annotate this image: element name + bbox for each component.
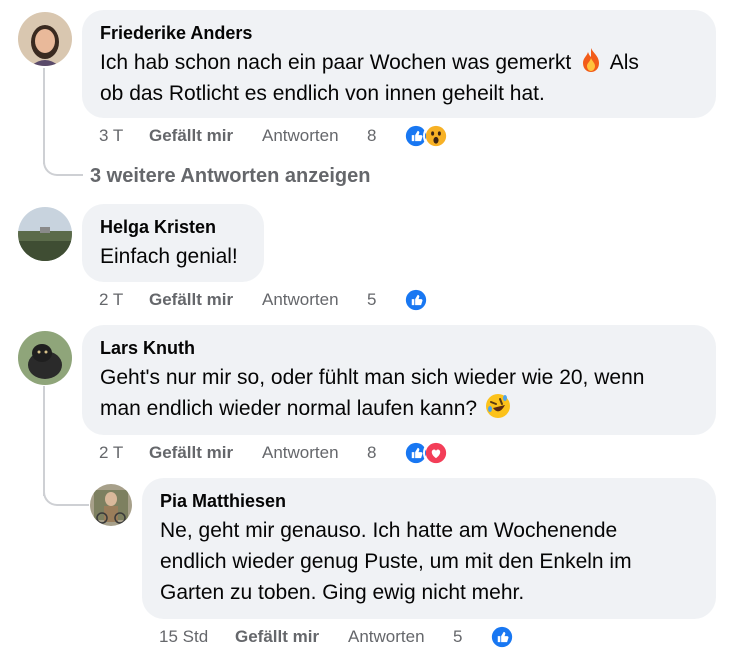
comment-text: Ich hab schon nach ein paar Wochen was g… xyxy=(100,47,698,109)
reply-bubble-pia: Pia Matthiesen Ne, geht mir genauso. Ich… xyxy=(142,478,716,619)
avatar-helga[interactable] xyxy=(18,207,72,261)
reply-button[interactable]: Antworten xyxy=(262,121,339,151)
comment-meta-friederike: 3 T Gefällt mir Antworten 8 xyxy=(99,121,459,151)
comment-bubble-helga: Helga Kristen Einfach genial! xyxy=(82,204,264,282)
comment-bubble-friederike: Friederike Anders Ich hab schon nach ein… xyxy=(82,10,716,118)
rolling-laughing-emoji-icon xyxy=(485,393,511,419)
comment-meta-pia: 15 Std Gefällt mir Antworten 5 xyxy=(159,622,519,652)
comment-text-part2: Als xyxy=(609,51,639,74)
comment-text: Geht's nur mir so, oder fühlt man sich w… xyxy=(100,362,698,424)
reaction-count[interactable]: 5 xyxy=(453,622,462,652)
reactions[interactable] xyxy=(381,440,449,466)
avatar-lars[interactable] xyxy=(18,331,72,385)
comment-text: Ne, geht mir genauso. Ich hatte am Woche… xyxy=(160,515,698,608)
reaction-count[interactable]: 8 xyxy=(367,438,376,468)
thread-line-curve-2 xyxy=(43,490,89,506)
reply-button[interactable]: Antworten xyxy=(348,622,425,652)
comment-author[interactable]: Lars Knuth xyxy=(100,337,698,359)
comment-timestamp[interactable]: 15 Std xyxy=(159,622,208,652)
avatar-pia[interactable] xyxy=(90,484,132,526)
comment-timestamp[interactable]: 2 T xyxy=(99,438,123,468)
avatar-friederike[interactable] xyxy=(18,12,72,66)
love-icon xyxy=(423,440,449,466)
reply-button[interactable]: Antworten xyxy=(262,285,339,315)
reaction-count[interactable]: 8 xyxy=(367,121,376,151)
comment-timestamp[interactable]: 2 T xyxy=(99,285,123,315)
thread-line-vertical-2 xyxy=(43,386,45,496)
reaction-count[interactable]: 5 xyxy=(367,285,376,315)
comment-bubble-lars: Lars Knuth Geht's nur mir so, oder fühlt… xyxy=(82,325,716,435)
thread-line-curve-1 xyxy=(43,160,83,176)
comment-text-line1: Ne, geht mir genauso. Ich hatte am Woche… xyxy=(160,519,618,542)
comment-text-line1: Geht's nur mir so, oder fühlt man sich w… xyxy=(100,366,645,389)
like-icon xyxy=(403,287,429,313)
comment-author[interactable]: Helga Kristen xyxy=(100,216,246,238)
comment-text-line2: endlich wieder genug Puste, um mit den E… xyxy=(160,550,632,573)
comment-meta-helga: 2 T Gefällt mir Antworten 5 xyxy=(99,285,439,315)
comment-text-line3: Garten zu toben. Ging ewig nicht mehr. xyxy=(160,581,525,604)
like-button[interactable]: Gefällt mir xyxy=(149,121,233,151)
comment-author[interactable]: Friederike Anders xyxy=(100,22,698,44)
comment-meta-lars: 2 T Gefällt mir Antworten 8 xyxy=(99,438,459,468)
comment-timestamp[interactable]: 3 T xyxy=(99,121,123,151)
like-button[interactable]: Gefällt mir xyxy=(235,622,319,652)
comment-text: Einfach genial! xyxy=(100,245,238,268)
comment-text-part1: Ich hab schon nach ein paar Wochen was g… xyxy=(100,51,572,74)
like-button[interactable]: Gefällt mir xyxy=(149,438,233,468)
comment-text-line2: man endlich wieder normal laufen kann? xyxy=(100,397,478,420)
comment-author[interactable]: Pia Matthiesen xyxy=(160,490,698,512)
reactions[interactable] xyxy=(381,287,431,313)
reactions[interactable] xyxy=(467,624,517,650)
like-button[interactable]: Gefällt mir xyxy=(149,285,233,315)
like-icon xyxy=(489,624,515,650)
wow-icon xyxy=(423,123,449,149)
thread-line-vertical-1 xyxy=(43,68,45,164)
comment-text-line2: ob das Rotlicht es endlich von innen geh… xyxy=(100,82,545,105)
reactions[interactable] xyxy=(381,123,449,149)
more-replies-link[interactable]: 3 weitere Antworten anzeigen xyxy=(90,161,370,191)
fire-emoji-icon xyxy=(579,47,603,73)
reply-button[interactable]: Antworten xyxy=(262,438,339,468)
